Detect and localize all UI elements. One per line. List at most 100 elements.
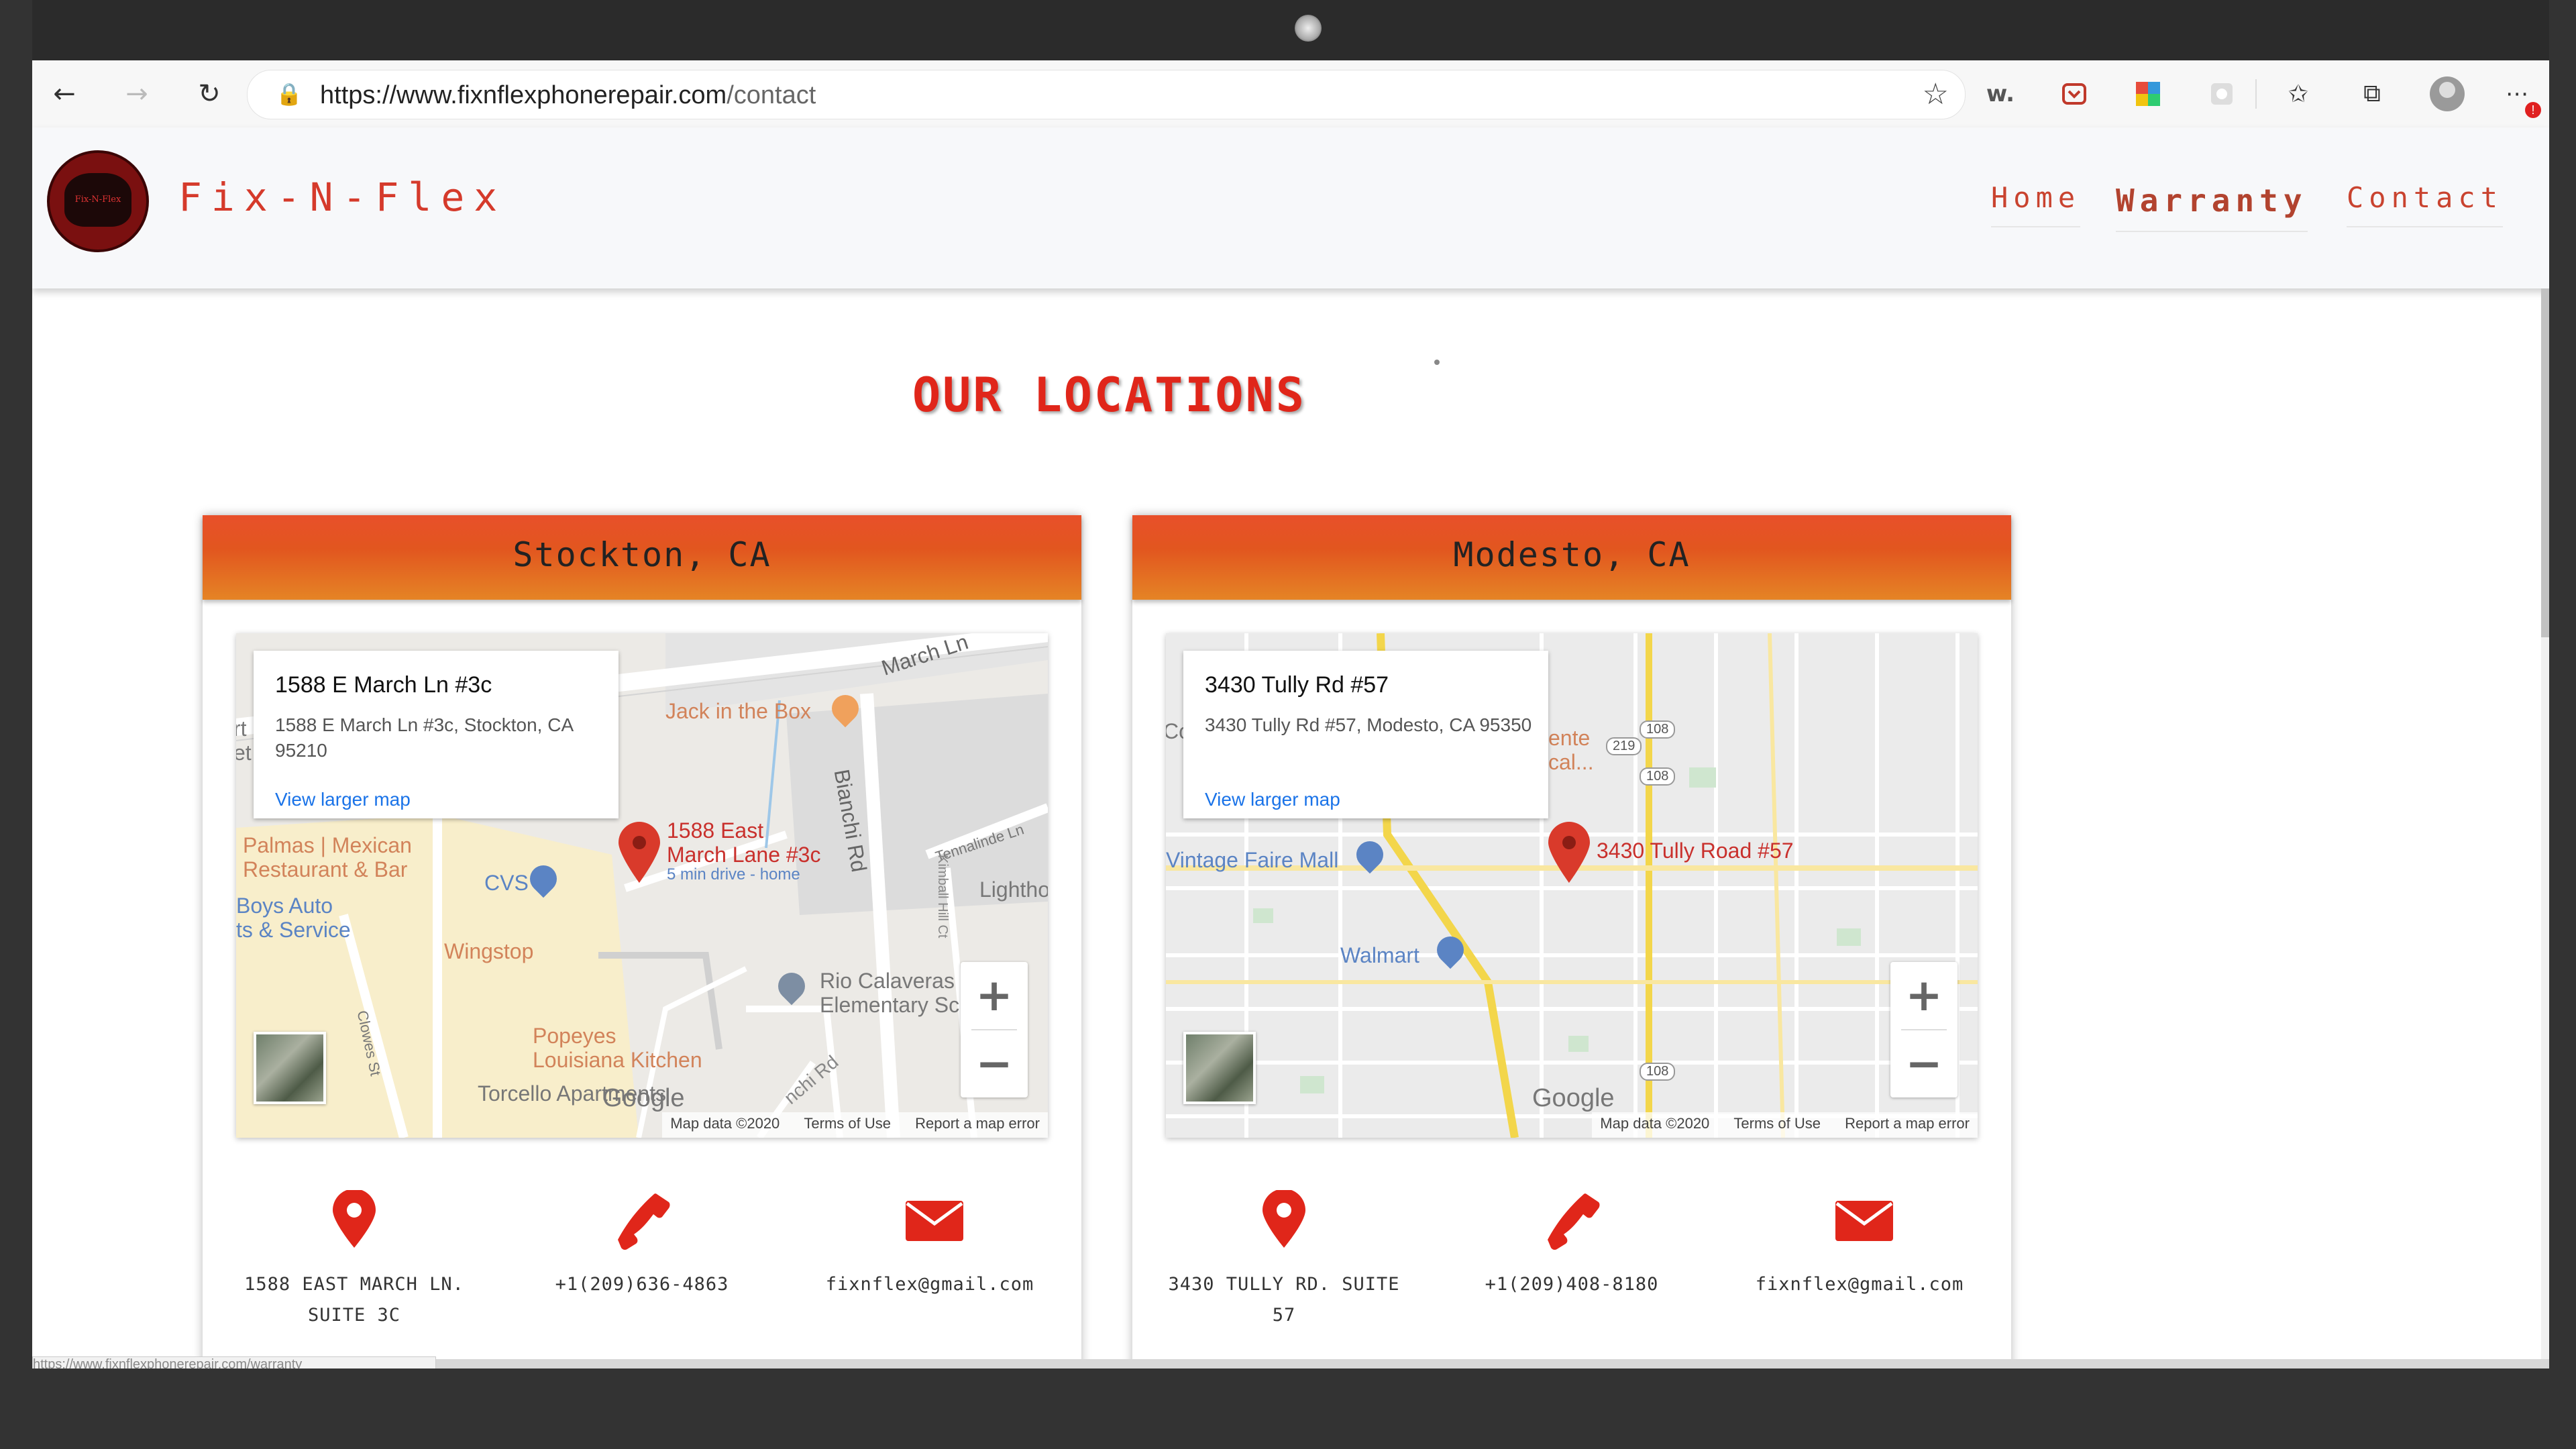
map-label-jack-in-the-box: Jack in the Box bbox=[665, 699, 811, 723]
map-label-palmas-line1: Palmas | Mexican bbox=[243, 833, 412, 857]
map-info-title: 1588 E March Ln #3c bbox=[275, 672, 492, 698]
forward-arrow-icon[interactable]: → bbox=[118, 75, 156, 113]
map-zoom-control: + − bbox=[961, 962, 1028, 1097]
google-logo: Google bbox=[602, 1084, 685, 1112]
url-path: /contact bbox=[727, 81, 816, 109]
refresh-icon[interactable]: ↻ bbox=[191, 75, 228, 113]
route-108-shield: 108 bbox=[1640, 1063, 1676, 1081]
map-pin-icon[interactable] bbox=[616, 820, 663, 884]
phone-icon[interactable] bbox=[1546, 1190, 1604, 1250]
address-text: 3430 TULLY RD. SUITE 57 bbox=[1150, 1269, 1418, 1331]
pocket-icon[interactable] bbox=[2055, 75, 2093, 113]
google-map-modesto[interactable]: 108 219 108 108 ente cal... Co Vintage Fa… bbox=[1166, 633, 1978, 1138]
logo-text: Fix-N-Flex bbox=[74, 195, 121, 205]
map-label-boys-line2: ts & Service bbox=[236, 918, 351, 942]
map-label-rio-calaveras: Rio Calaveras Elementary Sc bbox=[820, 969, 959, 1017]
favorite-star-icon[interactable]: ☆ bbox=[1923, 77, 1949, 111]
satellite-toggle[interactable] bbox=[1183, 1032, 1256, 1104]
location-card-stockton: Stockton, CA March Ln Jack in the Box Bi… bbox=[203, 515, 1081, 1368]
phone-number[interactable]: +1(209)408-8180 bbox=[1438, 1269, 1706, 1300]
vertical-scrollbar-thumb[interactable] bbox=[2541, 288, 2549, 637]
phone-number[interactable]: +1(209)636-4863 bbox=[508, 1269, 776, 1300]
browser-window: ← → ↻ 🔒 https://www.fixnflexphonerepair.… bbox=[32, 60, 2549, 1368]
map-label-walmart: Walmart bbox=[1340, 943, 1419, 967]
location-city: Modesto, CA bbox=[1453, 535, 1690, 574]
map-pin-label: 1588 East March Lane #3c bbox=[667, 818, 820, 867]
location-pin-icon bbox=[1263, 1190, 1305, 1248]
map-label-palmas: Palmas | Mexican Restaurant & Bar bbox=[243, 833, 412, 881]
back-arrow-icon[interactable]: ← bbox=[46, 75, 83, 113]
map-label-vintage-faire-mall: Vintage Faire Mall bbox=[1166, 848, 1339, 872]
terms-of-use-link[interactable]: Terms of Use bbox=[1733, 1115, 1821, 1132]
address-bar[interactable]: 🔒 https://www.fixnflexphonerepair.com/co… bbox=[247, 70, 1966, 119]
map-label-rio-line1: Rio Calaveras bbox=[820, 969, 955, 993]
device-frame-bottom bbox=[0, 1368, 2576, 1449]
location-card-modesto: Modesto, CA 108 219 108 108 ente cal... … bbox=[1132, 515, 2011, 1368]
report-map-error-link[interactable]: Report a map error bbox=[915, 1115, 1040, 1132]
device-frame-left bbox=[0, 0, 32, 1449]
view-larger-map-link[interactable]: View larger map bbox=[275, 789, 411, 810]
collections-icon[interactable]: ⧉ bbox=[2353, 75, 2391, 113]
map-info-title: 3430 Tully Rd #57 bbox=[1205, 672, 1389, 698]
page-title: OUR LOCATIONS bbox=[912, 368, 1306, 423]
address-line2: SUITE 3C bbox=[307, 1305, 401, 1326]
email-envelope-icon[interactable] bbox=[904, 1197, 965, 1244]
email-envelope-icon[interactable] bbox=[1834, 1197, 1894, 1244]
extension-w-label: w. bbox=[1986, 80, 2015, 107]
brand-logo[interactable]: Fix-N-Flex bbox=[47, 150, 149, 252]
device-frame-top bbox=[0, 0, 2576, 60]
map-label-edge-line1: rt bbox=[236, 716, 247, 741]
update-badge-icon: ! bbox=[2525, 102, 2541, 118]
zoom-in-button[interactable]: + bbox=[961, 962, 1028, 1029]
map-info-window: 1588 E March Ln #3c 1588 E March Ln #3c,… bbox=[254, 651, 619, 818]
lock-icon: 🔒 bbox=[276, 81, 303, 107]
device-frame-right bbox=[2549, 0, 2576, 1449]
route-219-shield: 219 bbox=[1606, 737, 1642, 755]
vertical-scrollbar[interactable] bbox=[2541, 288, 2549, 1359]
map-label-popeyes-line2: Louisiana Kitchen bbox=[533, 1048, 702, 1072]
email-address[interactable]: fixnflex@gmail.com bbox=[796, 1269, 1064, 1300]
extension-w-icon[interactable]: w. bbox=[1982, 75, 2019, 113]
map-footer: Map data ©2020 Terms of Use Report a map… bbox=[1592, 1112, 1978, 1138]
terms-of-use-link[interactable]: Terms of Use bbox=[804, 1115, 891, 1132]
map-label-lighthouse: Lightho bbox=[979, 877, 1048, 902]
address-line1: 1588 EAST MARCH LN. bbox=[244, 1274, 464, 1295]
zoom-out-button[interactable]: − bbox=[1890, 1030, 1957, 1097]
status-bar-url: https://www.fixnflexphonerepair.com/warr… bbox=[32, 1356, 436, 1368]
map-data-text: Map data ©2020 bbox=[1600, 1115, 1710, 1132]
location-card-header: Modesto, CA bbox=[1132, 515, 2011, 600]
url-text[interactable]: https://www.fixnflexphonerepair.com/cont… bbox=[320, 81, 816, 110]
address-text: 1588 EAST MARCH LN. SUITE 3C bbox=[220, 1269, 488, 1331]
google-logo: Google bbox=[1532, 1084, 1615, 1112]
map-label-kimball-hill: Kimball Hill Ct bbox=[935, 855, 950, 938]
report-map-error-link[interactable]: Report a map error bbox=[1845, 1115, 1970, 1132]
nav-warranty[interactable]: Warranty bbox=[2116, 182, 2308, 232]
email-address[interactable]: fixnflex@gmail.com bbox=[1725, 1269, 1994, 1300]
map-data-text: Map data ©2020 bbox=[670, 1115, 780, 1132]
view-larger-map-link[interactable]: View larger map bbox=[1205, 789, 1340, 810]
zoom-in-button[interactable]: + bbox=[1890, 962, 1957, 1029]
map-label-rio-line2: Elementary Sc bbox=[820, 993, 960, 1017]
satellite-toggle[interactable] bbox=[254, 1032, 326, 1104]
favorites-list-icon[interactable]: ✩ bbox=[2279, 75, 2317, 113]
map-pin-label-line2: March Lane #3c bbox=[667, 843, 821, 867]
toolbar-separator bbox=[2255, 79, 2257, 109]
phone-icon[interactable] bbox=[616, 1190, 674, 1250]
camera-dot bbox=[1295, 15, 1322, 42]
map-pin-icon[interactable] bbox=[1546, 820, 1593, 884]
route-108-shield: 108 bbox=[1640, 767, 1676, 786]
map-footer: Map data ©2020 Terms of Use Report a map… bbox=[662, 1112, 1048, 1138]
google-map-stockton[interactable]: March Ln Jack in the Box Bianchi Rd Tenn… bbox=[236, 633, 1048, 1138]
address-line1: 3430 TULLY RD. SUITE bbox=[1168, 1274, 1400, 1295]
colorful-extension-icon[interactable] bbox=[2129, 75, 2167, 113]
brand-name[interactable]: Fix-N-Flex bbox=[178, 174, 506, 220]
nav-contact[interactable]: Contact bbox=[2347, 181, 2504, 227]
zoom-out-button[interactable]: − bbox=[961, 1030, 1028, 1097]
nav-home[interactable]: Home bbox=[1991, 181, 2081, 227]
map-label-ente: ente cal... bbox=[1548, 726, 1594, 774]
grey-extension-icon[interactable] bbox=[2203, 75, 2241, 113]
route-108-shield: 108 bbox=[1640, 720, 1676, 739]
profile-avatar-icon[interactable] bbox=[2430, 76, 2465, 111]
map-pin-sublabel: 5 min drive - home bbox=[667, 865, 800, 883]
map-label-popeyes-line1: Popeyes bbox=[533, 1024, 616, 1048]
